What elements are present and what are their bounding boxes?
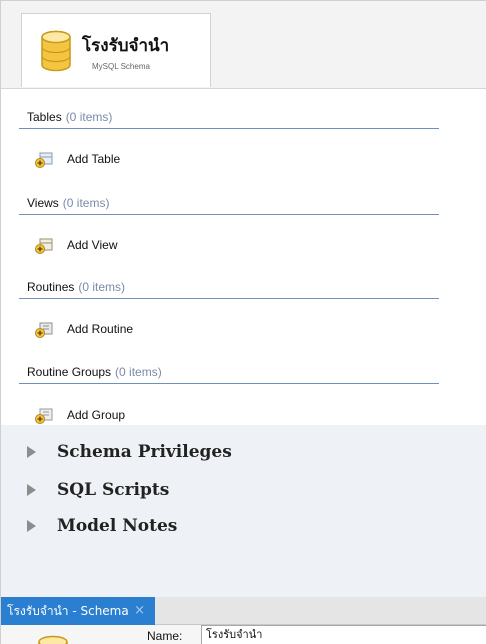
- database-icon: [41, 30, 71, 72]
- section-header-tables: Tables (0 items): [19, 107, 439, 129]
- schema-overview-tab[interactable]: โรงรับจำนำ MySQL Schema: [21, 13, 211, 87]
- add-group-icon: [35, 408, 53, 424]
- sql-scripts-label: SQL Scripts: [57, 480, 170, 500]
- section-count: (0 items): [62, 196, 110, 210]
- close-tab-icon[interactable]: ×: [134, 597, 145, 625]
- section-header-routines: Routines (0 items): [19, 277, 439, 299]
- expand-triangle-icon: [27, 446, 36, 458]
- add-view-icon: [35, 238, 53, 254]
- schema-properties-editor: Name: โรงรับจำนำ: [1, 625, 486, 644]
- database-icon: [38, 635, 68, 644]
- schema-subtitle: MySQL Schema: [92, 62, 150, 71]
- section-title: Tables: [27, 110, 62, 124]
- schema-name-input[interactable]: โรงรับจำนำ: [201, 625, 486, 644]
- add-table-label: Add Table: [67, 152, 121, 166]
- schema-title: โรงรับจำนำ: [82, 36, 170, 56]
- section-count: (0 items): [65, 110, 113, 124]
- schema-editor-tab[interactable]: โรงรับจำนำ - Schema ×: [1, 597, 155, 625]
- section-count: (0 items): [78, 280, 126, 294]
- expand-triangle-icon: [27, 484, 36, 496]
- schema-editor-window: โรงรับจำนำ MySQL Schema Tables (0 items) …: [0, 0, 486, 644]
- schema-privileges-label: Schema Privileges: [57, 442, 232, 462]
- add-routine-icon: [35, 322, 53, 338]
- add-group-label: Add Group: [67, 408, 126, 422]
- section-title: Routines: [27, 280, 75, 294]
- add-table-icon: [35, 152, 53, 168]
- section-title: Views: [27, 196, 59, 210]
- section-title: Routine Groups: [27, 365, 112, 379]
- add-view-label: Add View: [67, 238, 118, 252]
- panel-background: [1, 547, 486, 597]
- section-count: (0 items): [115, 365, 162, 379]
- name-field-label: Name:: [147, 629, 183, 643]
- section-header-views: Views (0 items): [19, 193, 439, 215]
- collapsible-panels: Schema Privileges SQL Scripts Model Note…: [1, 425, 486, 547]
- model-notes-label: Model Notes: [57, 516, 178, 536]
- expand-triangle-icon: [27, 520, 36, 532]
- schema-editor-tab-label: โรงรับจำนำ - Schema: [7, 604, 129, 618]
- add-routine-label: Add Routine: [67, 322, 134, 336]
- editor-tab-bar: โรงรับจำนำ - Schema ×: [1, 597, 486, 625]
- schema-header: โรงรับจำนำ MySQL Schema: [1, 1, 486, 89]
- section-header-routine-groups: Routine Groups (0 items): [19, 362, 439, 384]
